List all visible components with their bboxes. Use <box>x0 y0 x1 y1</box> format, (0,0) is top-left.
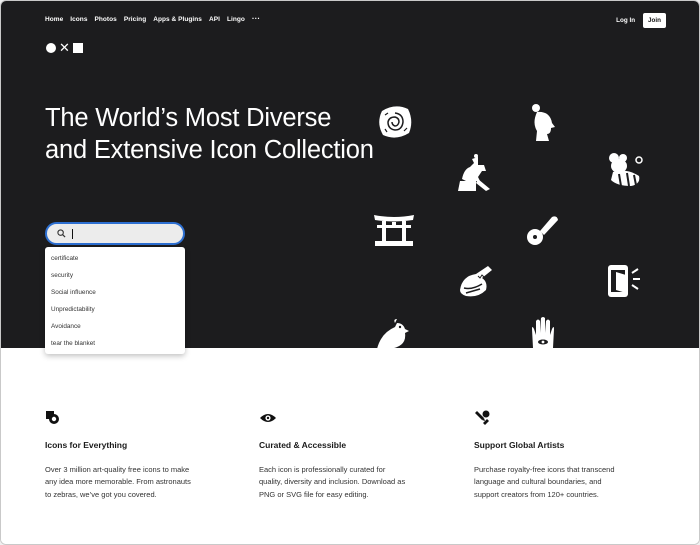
nav-photos[interactable]: Photos <box>95 16 117 23</box>
pen-tools-icon <box>474 410 624 425</box>
woman-profile-icon[interactable] <box>528 103 558 143</box>
features-section: Icons for Everything Over 3 million art-… <box>1 348 699 544</box>
nav-more-button[interactable]: ··· <box>252 14 260 23</box>
nav-apps-plugins[interactable]: Apps & Plugins <box>153 16 202 23</box>
main-nav: Home Icons Photos Pricing Apps & Plugins… <box>45 14 267 24</box>
nav-lingo[interactable]: Lingo <box>227 16 245 23</box>
phone-door-icon[interactable] <box>606 263 642 299</box>
feature-curated-accessible: Curated & Accessible Each icon is profes… <box>259 410 409 501</box>
nav-api[interactable]: API <box>209 16 220 23</box>
search-icon <box>57 229 66 238</box>
feature-title: Support Global Artists <box>474 440 565 450</box>
hero-section: Home Icons Photos Pricing Apps & Plugins… <box>1 1 699 354</box>
suggestion-item[interactable]: Unpredictability <box>45 301 185 318</box>
feature-icons-for-everything: Icons for Everything Over 3 million art-… <box>45 410 195 501</box>
text-caret <box>72 228 73 239</box>
feature-description: Over 3 million art-quality free icons to… <box>45 465 191 499</box>
feature-title: Icons for Everything <box>45 440 128 450</box>
brain-stone-icon[interactable] <box>376 103 414 141</box>
statue-horse-rider-icon[interactable] <box>456 153 496 193</box>
logo-circle-icon <box>46 43 56 53</box>
logo-square-icon <box>73 43 83 53</box>
feature-description: Each icon is professionally curated for … <box>259 465 406 499</box>
nav-home[interactable]: Home <box>45 16 63 23</box>
suggestion-item[interactable]: security <box>45 267 185 284</box>
mouse-bee-costume-icon[interactable] <box>605 152 647 190</box>
feature-title: Curated & Accessible <box>259 440 347 450</box>
torii-gate-icon[interactable] <box>374 213 414 247</box>
suggestion-item[interactable]: Social influence <box>45 284 185 301</box>
feature-description: Purchase royalty-free icons that transce… <box>474 465 615 499</box>
suggestion-item[interactable]: Avoidance <box>45 318 185 335</box>
brand-logo[interactable]: ✕ <box>46 40 83 55</box>
eye-icon <box>259 410 409 424</box>
shapes-icon <box>45 410 195 424</box>
search-suggestions: certificate security Social influence Un… <box>45 247 185 354</box>
search-input[interactable] <box>45 222 185 245</box>
logo-x-icon: ✕ <box>59 40 70 55</box>
crocodile-icon[interactable] <box>458 264 494 300</box>
join-button[interactable]: Join <box>643 13 666 28</box>
pizza-cutter-icon[interactable] <box>526 213 560 247</box>
suggestion-item[interactable]: tear the blanket <box>45 335 185 352</box>
suggestion-item[interactable]: certificate <box>45 250 185 267</box>
hamsa-hand-icon[interactable] <box>528 317 558 348</box>
hero-headline: The World’s Most Diverse and Extensive I… <box>45 104 374 164</box>
browser-frame: Home Icons Photos Pricing Apps & Plugins… <box>0 0 700 545</box>
login-link[interactable]: Log In <box>616 17 635 24</box>
feature-support-global-artists: Support Global Artists Purchase royalty-… <box>474 410 624 501</box>
nav-pricing[interactable]: Pricing <box>124 16 146 23</box>
account-nav: Log In Join <box>616 13 666 28</box>
nav-icons[interactable]: Icons <box>70 16 87 23</box>
quail-icon[interactable] <box>377 319 411 349</box>
